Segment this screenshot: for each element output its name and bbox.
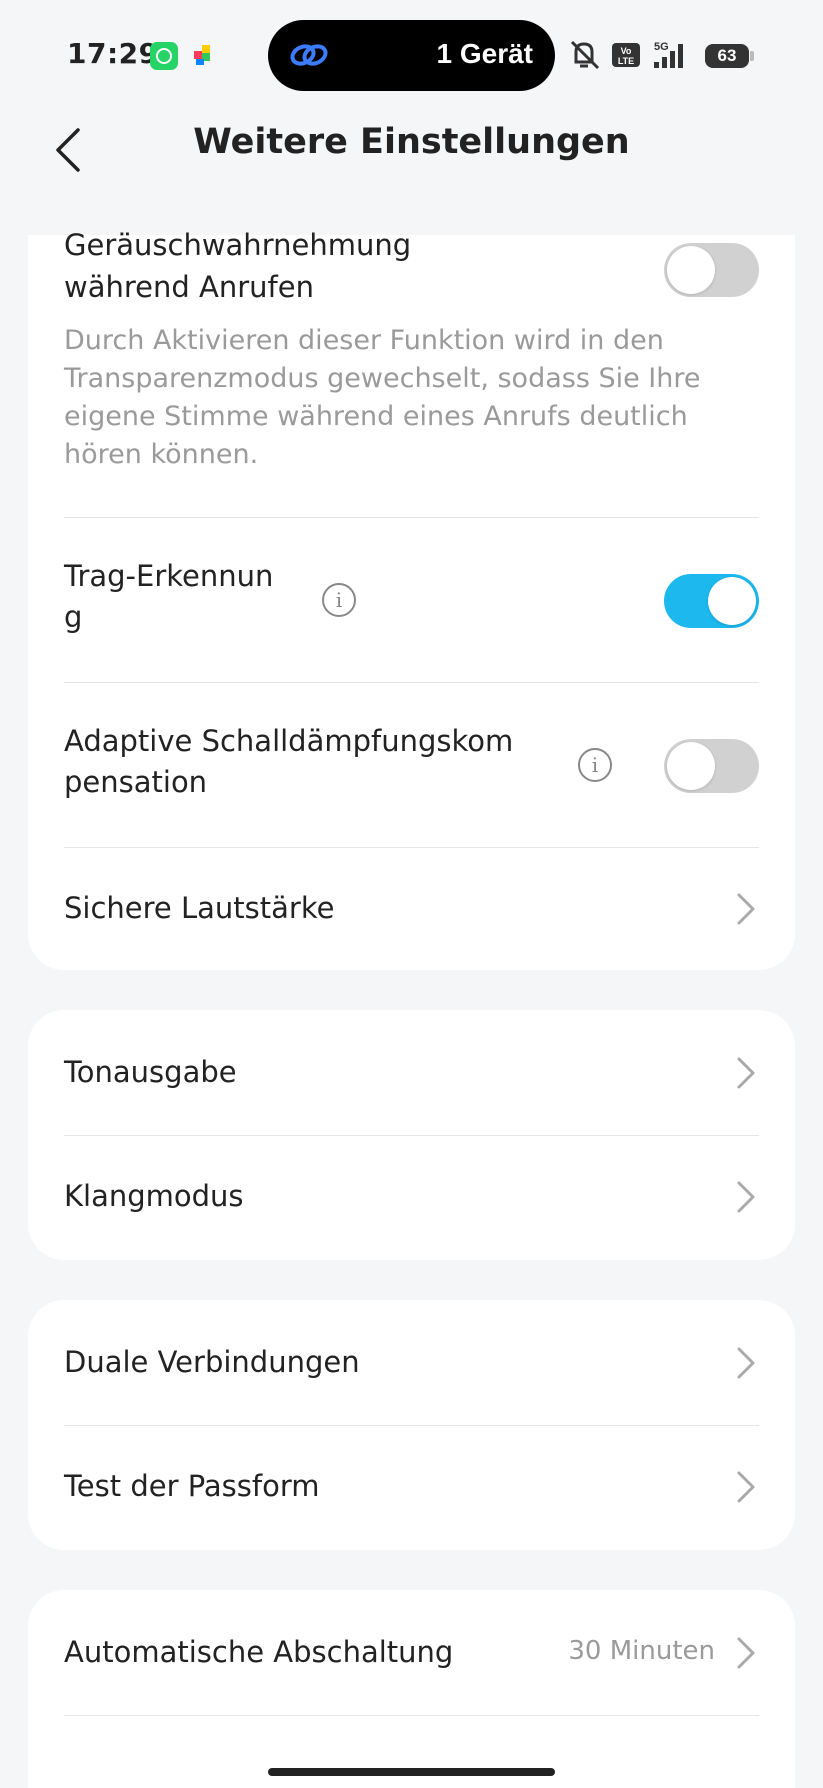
auto-off-value: 30 Minuten bbox=[568, 1636, 715, 1666]
description-line: Durch Aktivieren dieser Funktion wird in… bbox=[64, 325, 664, 356]
description-line: Transparenzmodus gewechselt, sodass Sie … bbox=[64, 363, 701, 394]
noise-awareness-description: Durch Aktivieren dieser Funktion wird in… bbox=[64, 322, 759, 474]
sound-mode-label: Klangmodus bbox=[64, 1179, 244, 1213]
dynamic-island[interactable]: 1 Gerät bbox=[268, 20, 555, 91]
setting-sound-mode[interactable]: Klangmodus bbox=[64, 1136, 759, 1260]
wear-detection-label-line2: g bbox=[64, 600, 83, 634]
chevron-right-icon bbox=[737, 1471, 755, 1503]
home-indicator[interactable] bbox=[268, 1768, 555, 1776]
fit-test-label: Test der Passform bbox=[64, 1469, 320, 1503]
setting-auto-off[interactable]: Automatische Abschaltung 30 Minuten bbox=[64, 1590, 759, 1714]
setting-adaptive-anc: Adaptive Schalldämpfungskom pensation i bbox=[64, 683, 759, 847]
whatsapp-icon bbox=[150, 42, 178, 70]
wear-detection-toggle[interactable] bbox=[664, 574, 759, 628]
puzzle-app-icon bbox=[194, 45, 210, 65]
connected-devices-text: 1 Gerät bbox=[436, 38, 534, 69]
noise-awareness-label-line2: während Anrufen bbox=[64, 270, 314, 304]
chevron-right-icon bbox=[737, 1181, 755, 1213]
description-line: hören können. bbox=[64, 439, 259, 470]
chevron-right-icon bbox=[737, 1057, 755, 1089]
info-icon[interactable]: i bbox=[322, 583, 356, 617]
toggle-knob bbox=[708, 577, 756, 625]
status-bar: 17:29 1 Gerät Vo LTE 5G 63 bbox=[0, 0, 823, 100]
adaptive-anc-toggle[interactable] bbox=[664, 739, 759, 793]
5g-signal-icon: 5G bbox=[654, 41, 683, 68]
noise-awareness-label-line1: Geräuschwahrnehmung bbox=[64, 228, 412, 262]
svg-text:Vo: Vo bbox=[621, 46, 632, 56]
setting-wear-detection: Trag-Erkennun g i bbox=[64, 518, 759, 682]
chevron-right-icon bbox=[737, 893, 755, 925]
setting-noise-awareness: Geräuschwahrnehmung während Anrufen Durc… bbox=[64, 228, 759, 515]
settings-card-sound: Tonausgabe Klangmodus bbox=[28, 1010, 795, 1260]
wear-detection-label-line1: Trag-Erkennun bbox=[64, 559, 274, 593]
chevron-right-icon bbox=[737, 1637, 755, 1669]
link-icon bbox=[290, 44, 328, 66]
toggle-knob bbox=[667, 742, 715, 790]
auto-off-label: Automatische Abschaltung bbox=[64, 1635, 454, 1669]
page-header: Weitere Einstellungen bbox=[0, 100, 823, 200]
settings-card-connection: Duale Verbindungen Test der Passform bbox=[28, 1300, 795, 1550]
safe-volume-label: Sichere Lautstärke bbox=[64, 891, 335, 925]
info-icon[interactable]: i bbox=[578, 748, 612, 782]
toggle-knob bbox=[667, 246, 715, 294]
volte-icon: Vo LTE bbox=[612, 43, 640, 67]
audio-output-label: Tonausgabe bbox=[64, 1055, 237, 1089]
page-title: Weitere Einstellungen bbox=[193, 122, 630, 162]
adaptive-anc-label-line2: pensation bbox=[64, 765, 208, 799]
settings-card-audio-detection: Geräuschwahrnehmung während Anrufen Durc… bbox=[28, 228, 795, 970]
setting-fit-test[interactable]: Test der Passform bbox=[64, 1426, 759, 1550]
svg-text:LTE: LTE bbox=[618, 56, 634, 66]
setting-audio-output[interactable]: Tonausgabe bbox=[64, 1010, 759, 1134]
divider bbox=[64, 1715, 759, 1716]
settings-card-power: Automatische Abschaltung 30 Minuten bbox=[28, 1590, 795, 1788]
setting-dual-connection[interactable]: Duale Verbindungen bbox=[64, 1300, 759, 1424]
dual-connection-label: Duale Verbindungen bbox=[64, 1345, 360, 1379]
svg-text:5G: 5G bbox=[654, 41, 669, 53]
battery-icon: 63 bbox=[705, 44, 754, 68]
chevron-right-icon bbox=[737, 1347, 755, 1379]
mute-icon bbox=[570, 40, 600, 70]
setting-safe-volume[interactable]: Sichere Lautstärke bbox=[64, 848, 759, 970]
status-time: 17:29 bbox=[67, 37, 159, 70]
adaptive-anc-label-line1: Adaptive Schalldämpfungskom bbox=[64, 724, 514, 758]
noise-awareness-toggle[interactable] bbox=[664, 243, 759, 297]
description-line: eigene Stimme während eines Anrufs deutl… bbox=[64, 401, 688, 432]
